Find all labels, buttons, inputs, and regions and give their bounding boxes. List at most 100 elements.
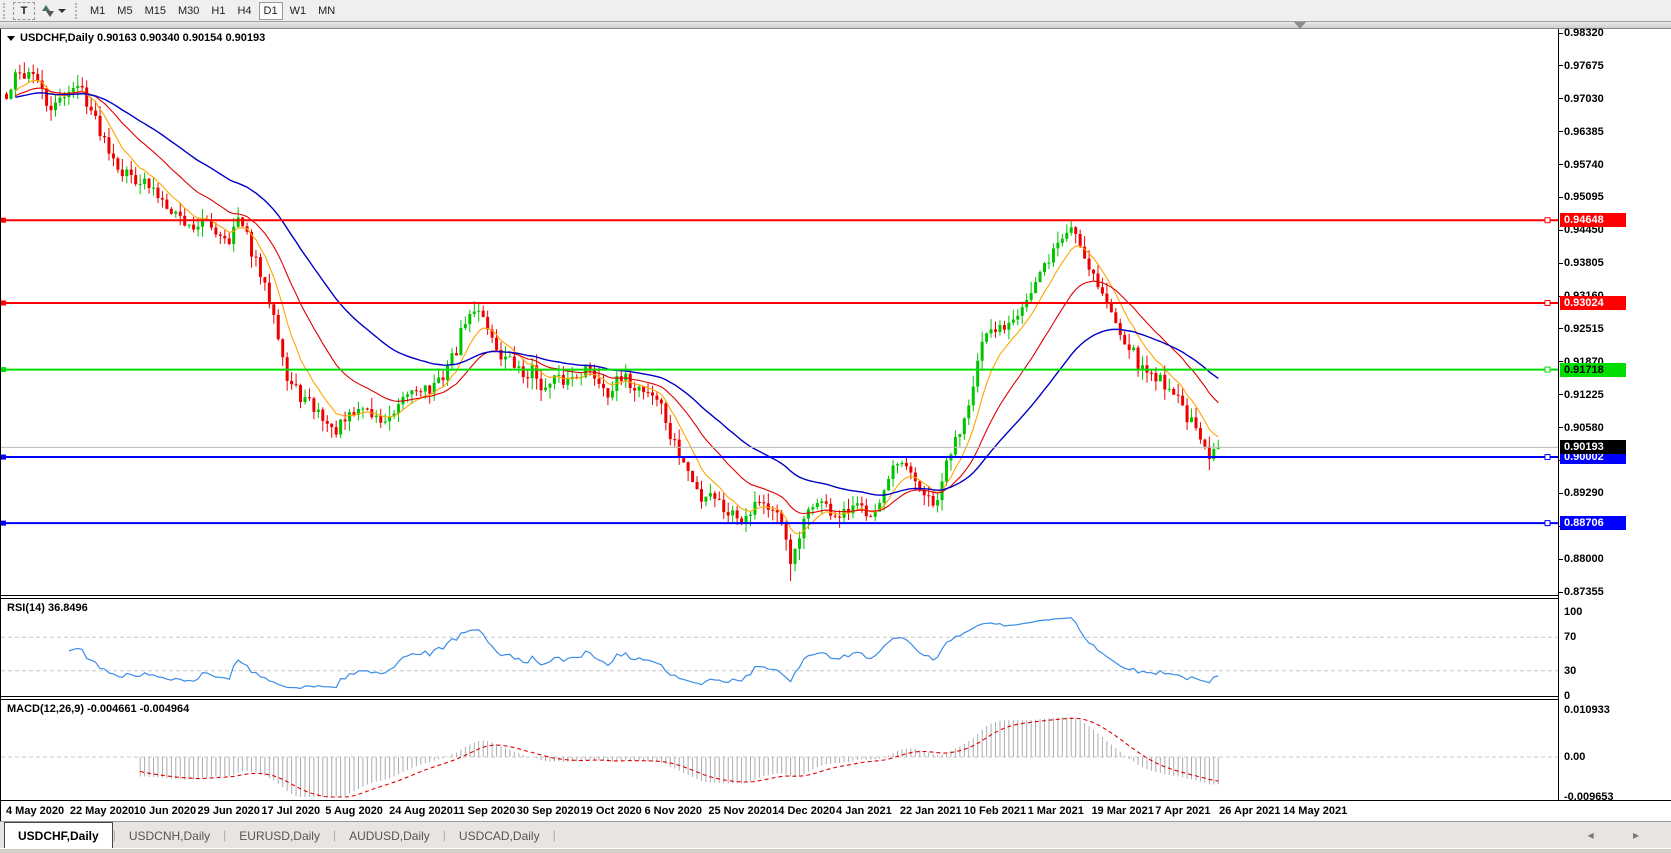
tab-scroll-arrows[interactable]: ◂ ▸ xyxy=(1588,828,1657,842)
level-price-tag: 0.91718 xyxy=(1560,363,1626,377)
price-tick-label: 0.91225 xyxy=(1564,389,1604,401)
candlestick-layer xyxy=(5,62,1220,581)
rsi-axis-label: 100 xyxy=(1564,606,1582,618)
symbol-ohlc-text: USDCHF,Daily 0.90163 0.90340 0.90154 0.9… xyxy=(20,32,265,44)
text-tool-button[interactable]: T xyxy=(13,2,35,20)
timeframe-button-m15[interactable]: M15 xyxy=(140,2,171,20)
date-axis-label: 22 May 2020 xyxy=(70,805,134,817)
line-left-handle[interactable] xyxy=(1,300,6,305)
price-tick-label: 0.95095 xyxy=(1564,191,1604,203)
timeframe-button-w1[interactable]: W1 xyxy=(285,2,312,20)
date-axis-label: 14 May 2021 xyxy=(1283,805,1347,817)
toolbar-drag-handle[interactable] xyxy=(75,3,81,19)
price-tick-label: 0.89290 xyxy=(1564,487,1604,499)
price-tick-label: 0.87355 xyxy=(1564,586,1604,598)
toolbar-drag-handle[interactable] xyxy=(3,3,9,19)
rsi-axis-label: 70 xyxy=(1564,631,1576,643)
date-axis[interactable]: 4 May 202022 May 202010 Jun 202029 Jun 2… xyxy=(1,800,1671,821)
trading-terminal-window: T M1M5M15M30H1H4D1W1MN USDCHF,Daily 0.90… xyxy=(0,0,1671,853)
chart-tab-eurusd[interactable]: EURUSD,Daily xyxy=(226,824,333,848)
price-tick-label: 0.95740 xyxy=(1564,159,1604,171)
date-axis-label: 4 Jan 2021 xyxy=(836,805,892,817)
date-axis-label: 30 Sep 2020 xyxy=(517,805,580,817)
line-left-handle[interactable] xyxy=(1,455,6,460)
ma-medium-line xyxy=(15,88,1218,513)
date-axis-label: 26 Apr 2021 xyxy=(1219,805,1280,817)
price-tick-mark xyxy=(1559,197,1563,198)
chart-tab-usdcad[interactable]: USDCAD,Daily xyxy=(446,824,553,848)
line-right-handle[interactable] xyxy=(1545,300,1550,305)
chart-tab-usdchf[interactable]: USDCHF,Daily xyxy=(4,822,113,848)
line-left-handle[interactable] xyxy=(1,218,6,223)
collapse-triangle-icon[interactable] xyxy=(7,36,15,41)
rsi-axis-label: 0 xyxy=(1564,690,1570,702)
date-axis-label: 10 Feb 2021 xyxy=(964,805,1026,817)
rsi-chart-canvas xyxy=(1,599,1558,696)
level-price-tag: 0.94648 xyxy=(1560,213,1626,227)
date-axis-label: 7 Apr 2021 xyxy=(1155,805,1210,817)
chart-window: USDCHF,Daily 0.90163 0.90340 0.90154 0.9… xyxy=(0,29,1671,853)
price-tick-label: 0.88000 xyxy=(1564,553,1604,565)
timeframe-button-m5[interactable]: M5 xyxy=(112,2,137,20)
timeframe-button-h1[interactable]: H1 xyxy=(206,2,230,20)
ma-fast-line xyxy=(15,81,1218,535)
main-price-pane[interactable]: USDCHF,Daily 0.90163 0.90340 0.90154 0.9… xyxy=(1,29,1558,597)
line-right-handle[interactable] xyxy=(1545,367,1550,372)
top-toolbar: T M1M5M15M30H1H4D1W1MN xyxy=(0,0,1671,22)
price-tick-label: 0.98320 xyxy=(1564,27,1604,39)
price-tick-label: 0.93805 xyxy=(1564,257,1604,269)
price-tick-mark xyxy=(1559,131,1563,132)
price-tick-label: 0.97030 xyxy=(1564,93,1604,105)
date-axis-label: 1 Mar 2021 xyxy=(1028,805,1084,817)
macd-axis-label: 0.010933 xyxy=(1564,704,1610,716)
price-axis[interactable]: 0.983200.976750.970300.963850.957400.950… xyxy=(1558,29,1671,821)
level-price-tag: 0.88706 xyxy=(1560,516,1626,530)
date-axis-label: 24 Aug 2020 xyxy=(389,805,453,817)
status-strip xyxy=(0,848,1671,853)
date-axis-label: 29 Jun 2020 xyxy=(198,805,260,817)
price-tick-label: 0.97675 xyxy=(1564,60,1604,72)
timeframe-button-h4[interactable]: H4 xyxy=(232,2,256,20)
date-axis-label: 19 Oct 2020 xyxy=(581,805,642,817)
macd-label: MACD(12,26,9) -0.004661 -0.004964 xyxy=(7,703,189,715)
line-right-handle[interactable] xyxy=(1545,218,1550,223)
date-axis-label: 5 Aug 2020 xyxy=(325,805,383,817)
arrows-tool-button[interactable] xyxy=(37,2,71,20)
date-axis-label: 22 Jan 2021 xyxy=(900,805,962,817)
price-tick-mark xyxy=(1559,592,1563,593)
line-right-handle[interactable] xyxy=(1545,521,1550,526)
price-tick-mark xyxy=(1559,164,1563,165)
date-axis-label: 19 Mar 2021 xyxy=(1091,805,1153,817)
arrows-tool-icon xyxy=(42,5,54,17)
macd-chart-canvas xyxy=(1,700,1558,800)
rsi-indicator-pane[interactable]: RSI(14) 36.8496 xyxy=(1,599,1558,696)
date-axis-label: 10 Jun 2020 xyxy=(134,805,196,817)
price-tick-mark xyxy=(1559,328,1563,329)
level-price-tag: 0.93024 xyxy=(1560,296,1626,310)
chart-shift-marker[interactable] xyxy=(1294,22,1306,29)
line-right-handle[interactable] xyxy=(1545,455,1550,460)
chart-scrollbar[interactable] xyxy=(0,22,1671,29)
timeframe-button-m1[interactable]: M1 xyxy=(85,2,110,20)
rsi-line xyxy=(69,618,1218,689)
price-tick-mark xyxy=(1559,394,1563,395)
line-left-handle[interactable] xyxy=(1,367,6,372)
tab-separator: | xyxy=(553,828,556,842)
chevron-down-icon xyxy=(58,9,66,13)
chart-tab-audusd[interactable]: AUDUSD,Daily xyxy=(336,824,443,848)
price-tick-label: 0.92515 xyxy=(1564,323,1604,335)
macd-indicator-pane[interactable]: MACD(12,26,9) -0.004661 -0.004964 xyxy=(1,700,1558,800)
date-axis-label: 6 Nov 2020 xyxy=(645,805,702,817)
price-tick-mark xyxy=(1559,65,1563,66)
price-tick-label: 0.90580 xyxy=(1564,422,1604,434)
timeframe-button-d1[interactable]: D1 xyxy=(259,2,283,20)
timeframe-button-mn[interactable]: MN xyxy=(313,2,340,20)
current-price-tag: 0.90193 xyxy=(1560,440,1626,454)
macd-histogram xyxy=(140,717,1218,797)
macd-axis-label: 0.00 xyxy=(1564,751,1585,763)
line-left-handle[interactable] xyxy=(1,521,6,526)
candlestick-chart-canvas[interactable] xyxy=(1,29,1558,597)
chart-tab-usdcnh[interactable]: USDCNH,Daily xyxy=(116,824,223,848)
timeframe-button-m30[interactable]: M30 xyxy=(173,2,204,20)
price-tick-mark xyxy=(1559,559,1563,560)
